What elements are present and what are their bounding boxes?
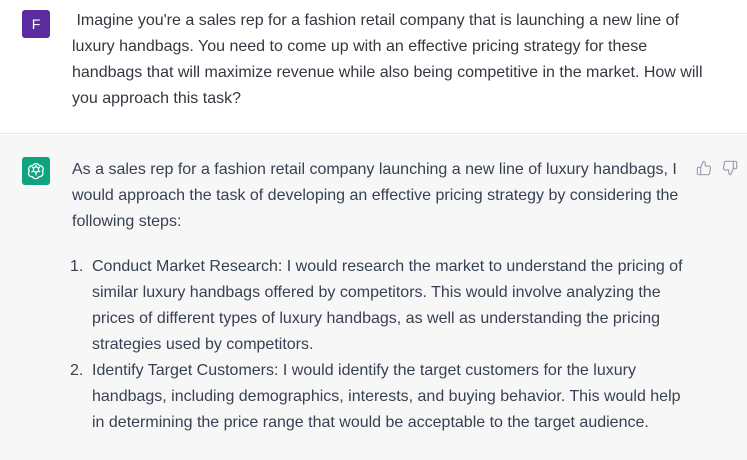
- list-item-text: Identify Target Customers: I would ident…: [92, 362, 681, 431]
- list-number: 2.: [70, 362, 84, 379]
- list-item-text: Conduct Market Research: I would researc…: [92, 258, 683, 353]
- feedback-buttons: [695, 159, 739, 177]
- assistant-response: As a sales rep for a fashion retail comp…: [70, 157, 687, 436]
- thumbs-up-icon[interactable]: [695, 159, 713, 177]
- user-avatar: F: [22, 10, 50, 38]
- user-message: F Imagine you're a sales rep for a fashi…: [0, 0, 747, 134]
- openai-logo-icon: [22, 157, 50, 185]
- list-item: 2. Identify Target Customers: I would id…: [70, 358, 687, 436]
- assistant-message: As a sales rep for a fashion retail comp…: [0, 135, 747, 460]
- list-item: 1. Conduct Market Research: I would rese…: [70, 254, 687, 358]
- steps-list: 1. Conduct Market Research: I would rese…: [70, 254, 687, 436]
- list-number: 1.: [70, 258, 84, 275]
- thumbs-down-icon[interactable]: [721, 159, 739, 177]
- assistant-intro: As a sales rep for a fashion retail comp…: [72, 161, 679, 230]
- user-prompt-text: Imagine you're a sales rep for a fashion…: [72, 12, 707, 107]
